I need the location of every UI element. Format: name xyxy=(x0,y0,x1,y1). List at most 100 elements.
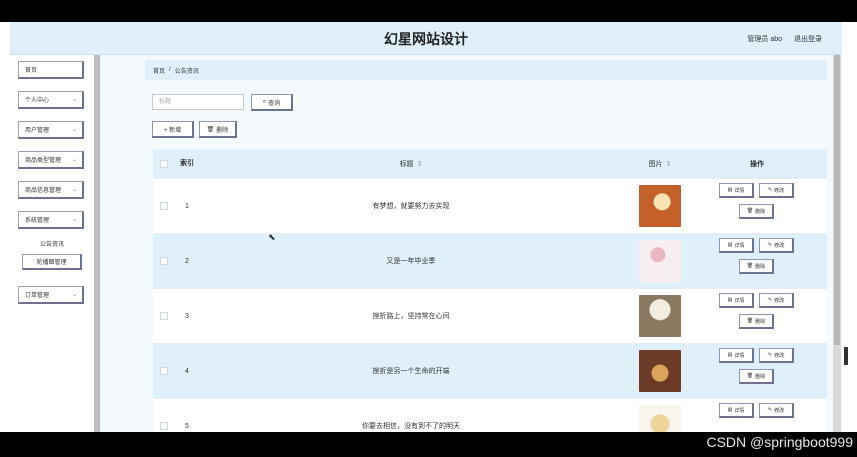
detail-button[interactable]: ▤ 详情 xyxy=(719,183,754,198)
main-content: 首页 / 公告资讯 标题 ⌕ 查询 + 新增 🗑 删除 索引 标题 ⇕ 图片 ⇕… xyxy=(101,55,842,432)
delete-label: 删除 xyxy=(755,318,766,325)
row-actions: ▤ 详情 ✎ 修改 🗑 删除 xyxy=(719,238,795,284)
sidebar-item-personal-center[interactable]: 个人中心 ⌄ xyxy=(18,91,84,109)
search-icon: ⌕ xyxy=(262,98,267,105)
row-checkbox[interactable] xyxy=(160,202,168,210)
pencil-icon: ✎ xyxy=(767,297,773,303)
row-delete-button[interactable]: 🗑 删除 xyxy=(739,204,774,219)
edit-button[interactable]: ✎ 修改 xyxy=(759,293,794,308)
row-checkbox-cell[interactable] xyxy=(153,179,175,233)
scrollbar-thumb[interactable] xyxy=(834,55,840,345)
pencil-icon: ✎ xyxy=(767,407,773,413)
select-all-checkbox-cell[interactable] xyxy=(153,149,175,179)
table-row: 4 挫折是另一个生命的开端 ▤ 详情 ✎ 修改 🗑 删除 xyxy=(153,344,827,399)
edit-button[interactable]: ✎ 修改 xyxy=(759,348,794,363)
chevron-down-icon: ⌄ xyxy=(71,187,77,193)
row-checkbox-cell[interactable] xyxy=(153,234,175,288)
row-thumbnail[interactable] xyxy=(639,405,681,432)
row-image-cell xyxy=(623,399,697,432)
row-index: 2 xyxy=(185,257,189,265)
edit-button[interactable]: ✎ 修改 xyxy=(759,183,794,198)
search-button-label: 查询 xyxy=(268,100,281,107)
breadcrumb-home[interactable]: 首页 xyxy=(153,66,165,75)
row-title: 有梦想，就要努力去实现 xyxy=(372,203,450,210)
sidebar-item-announcements[interactable]: 公告资讯 xyxy=(22,235,82,251)
edit-label: 修改 xyxy=(774,187,785,194)
detail-label: 详情 xyxy=(734,297,745,304)
add-button-label: + 新增 xyxy=(163,127,182,134)
row-checkbox[interactable] xyxy=(160,367,168,375)
edit-button[interactable]: ✎ 修改 xyxy=(759,238,794,253)
chevron-down-icon: ⌄ xyxy=(71,127,77,133)
content-scrollbar[interactable] xyxy=(833,55,841,432)
row-delete-button[interactable]: 🗑 删除 xyxy=(739,259,774,274)
chevron-down-icon: ⌄ xyxy=(71,97,77,103)
select-all-checkbox[interactable] xyxy=(160,160,168,168)
sort-icon[interactable]: ⇕ xyxy=(666,160,672,168)
row-checkbox-cell[interactable] xyxy=(153,344,175,398)
detail-button[interactable]: ▤ 详情 xyxy=(719,293,754,308)
search-input[interactable]: 标题 xyxy=(152,94,244,110)
sidebar-item-label: 个人中心 xyxy=(25,98,50,104)
row-checkbox[interactable] xyxy=(160,257,168,265)
table-row: 3 挫折路上，坚持常在心间 ▤ 详情 ✎ 修改 🗑 删除 xyxy=(153,289,827,344)
detail-button[interactable]: ▤ 详情 xyxy=(719,348,754,363)
trash-icon: 🗑 xyxy=(746,208,754,214)
row-checkbox[interactable] xyxy=(160,422,168,430)
bulk-delete-button[interactable]: 🗑 删除 xyxy=(199,121,237,138)
chevron-down-icon: ⌄ xyxy=(71,217,77,223)
row-checkbox-cell[interactable] xyxy=(153,399,175,432)
row-delete-button[interactable]: 🗑 删除 xyxy=(739,369,774,384)
doc-icon: ▤ xyxy=(727,407,733,413)
page-right-edge xyxy=(842,22,857,432)
watermark-text: CSDN @springboot999 xyxy=(706,434,853,450)
mouse-cursor-icon: ⬉ xyxy=(268,232,276,242)
table-row: 1 有梦想，就要努力去实现 ▤ 详情 ✎ 修改 🗑 删除 xyxy=(153,179,827,234)
delete-label: 删除 xyxy=(755,373,766,380)
sidebar-item-user-management[interactable]: 用户管理 ⌄ xyxy=(18,121,84,139)
sidebar-item-carousel[interactable]: 轮播图管理 xyxy=(22,254,82,270)
row-thumbnail[interactable] xyxy=(639,185,681,227)
user-label: 管理员 abo xyxy=(747,36,782,43)
row-thumbnail[interactable] xyxy=(639,240,681,282)
sidebar-item-label: 商品类型管理 xyxy=(25,158,62,164)
row-thumbnail[interactable] xyxy=(639,295,681,337)
sidebar: 首页 个人中心 ⌄ 用户管理 ⌄ 商品类型管理 ⌄ 商品信息管理 ⌄ 系统管理 … xyxy=(10,55,94,432)
sidebar-item-home[interactable]: 首页 xyxy=(18,61,84,79)
sidebar-item-system-management[interactable]: 系统管理 ⌄ xyxy=(18,211,84,229)
chevron-down-icon: ⌄ xyxy=(71,292,77,298)
row-checkbox-cell[interactable] xyxy=(153,289,175,343)
header-title[interactable]: 标题 ⇕ xyxy=(199,149,623,179)
user-area: 管理员 abo 退出登录 xyxy=(747,34,822,44)
row-delete-button[interactable]: 🗑 删除 xyxy=(739,314,774,329)
sidebar-item-product-type[interactable]: 商品类型管理 ⌄ xyxy=(18,151,84,169)
sidebar-item-orders[interactable]: 订单管理 ⌄ xyxy=(18,286,84,304)
header-actions: 操作 xyxy=(750,161,764,168)
detail-button[interactable]: ▤ 详情 xyxy=(719,403,754,418)
search-button[interactable]: ⌕ 查询 xyxy=(251,94,293,111)
row-title: 你要去相信，没有到不了的明天 xyxy=(362,423,460,430)
pencil-icon: ✎ xyxy=(767,187,773,193)
sidebar-item-product-info[interactable]: 商品信息管理 ⌄ xyxy=(18,181,84,199)
sort-icon[interactable]: ⇕ xyxy=(417,160,423,168)
header-index: 索引 xyxy=(180,160,194,167)
logout-link[interactable]: 退出登录 xyxy=(794,34,822,44)
sidebar-scrollbar[interactable] xyxy=(94,55,100,432)
row-index: 4 xyxy=(185,367,189,375)
trash-icon: 🗑 xyxy=(746,318,754,324)
row-thumbnail[interactable] xyxy=(639,350,681,392)
detail-label: 详情 xyxy=(734,242,745,249)
add-button[interactable]: + 新增 xyxy=(152,121,194,138)
edit-label: 修改 xyxy=(774,407,785,414)
detail-button[interactable]: ▤ 详情 xyxy=(719,238,754,253)
header-image[interactable]: 图片 ⇕ xyxy=(623,149,697,179)
row-actions: ▤ 详情 ✎ 修改 🗑 删除 xyxy=(719,183,795,229)
trash-icon: 🗑 xyxy=(746,373,754,379)
delete-button-label: 删除 xyxy=(216,127,229,134)
row-checkbox[interactable] xyxy=(160,312,168,320)
sidebar-item-label: 公告资讯 xyxy=(39,241,64,248)
pencil-icon: ✎ xyxy=(767,242,773,248)
row-index: 1 xyxy=(185,202,189,210)
edit-button[interactable]: ✎ 修改 xyxy=(759,403,794,418)
app-title: 幻星网站设计 xyxy=(384,31,468,47)
